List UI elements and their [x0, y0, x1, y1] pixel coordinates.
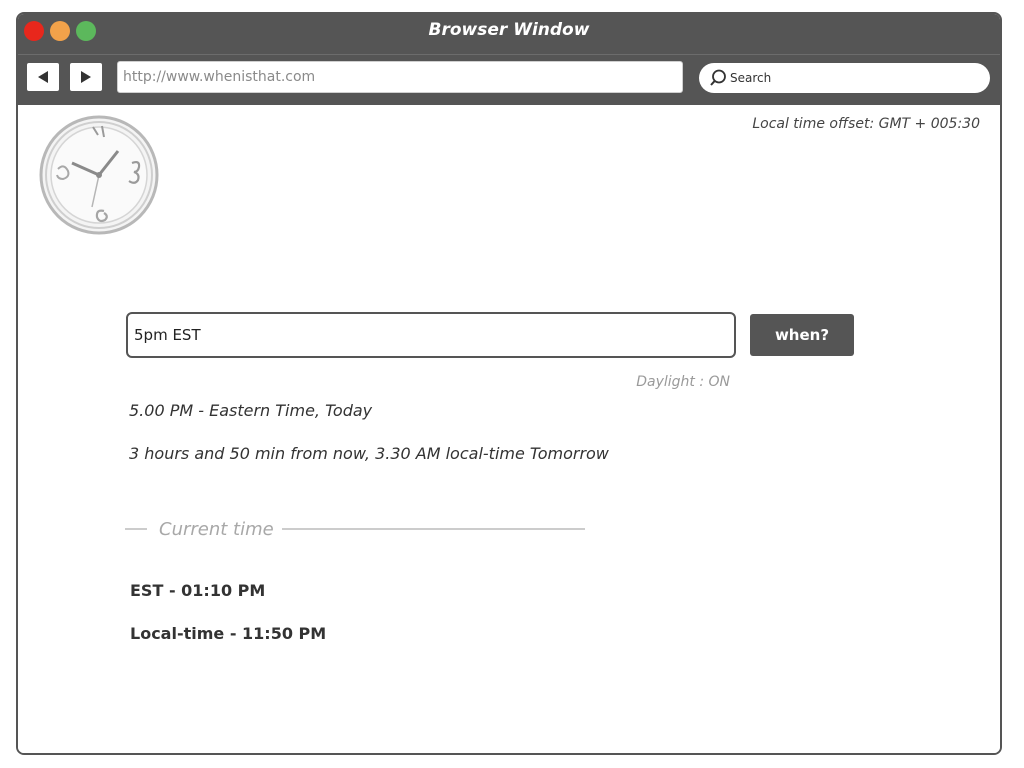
browser-window: Browser Window http://www.whenisthat.com… [16, 12, 1002, 755]
search-bar[interactable]: Search [699, 63, 990, 93]
time-from-now: 3 hours and 50 min from now, 3.30 AM loc… [129, 444, 609, 463]
search-icon [710, 69, 726, 86]
local-time-offset: Local time offset: GMT + 005:30 [752, 116, 980, 132]
forward-button[interactable] [70, 63, 102, 91]
converted-time: 5.00 PM - Eastern Time, Today [129, 401, 373, 420]
current-local-time: Local-time - 11:50 PM [130, 624, 327, 643]
divider-line-left [125, 528, 147, 530]
when-button[interactable]: when? [750, 314, 854, 356]
back-button[interactable] [27, 63, 59, 91]
current-time-divider: Current time [125, 517, 585, 541]
current-est-time: EST - 01:10 PM [130, 581, 266, 600]
address-bar[interactable]: http://www.whenisthat.com [117, 61, 683, 93]
current-time-heading: Current time [159, 518, 274, 540]
window-title: Browser Window [428, 20, 590, 40]
time-query-input[interactable] [126, 312, 736, 358]
page-content: Local time offset: GMT + 005:30 when? Da… [18, 105, 1000, 753]
back-arrow-icon [38, 71, 48, 83]
forward-arrow-icon [81, 71, 91, 83]
search-placeholder: Search [730, 71, 772, 85]
divider-line-right [281, 528, 585, 530]
title-bar: Browser Window [18, 14, 1000, 55]
browser-toolbar: http://www.whenisthat.com Search [18, 55, 1000, 105]
daylight-status: Daylight : ON [636, 374, 730, 390]
clock-icon [39, 115, 159, 235]
address-bar-url: http://www.whenisthat.com [123, 69, 316, 85]
